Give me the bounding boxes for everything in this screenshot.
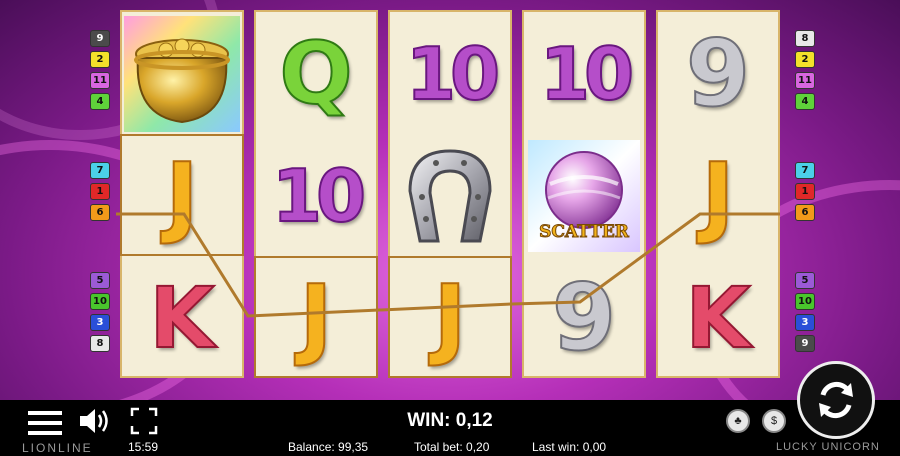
spin-button[interactable]	[797, 361, 875, 439]
payline-badge-left-5[interactable]: 5	[90, 272, 110, 289]
reel-1: J K	[120, 10, 244, 378]
game-title: LUCKY UNICORN	[776, 441, 880, 453]
bottom-bar: WIN: 0,12 ♣ $ LIONLINE 15:59 Balance: 99…	[0, 400, 900, 456]
pot-of-gold-icon	[124, 16, 240, 132]
symbol-label: J	[433, 266, 468, 369]
game-stage: 9 2 11 4 7 1 6 5 10 3 8 8 2 11 4 7 1 6 5 10 3 9	[0, 0, 900, 456]
symbol-k: K	[122, 258, 242, 378]
payline-badge-right-6[interactable]: 6	[795, 204, 815, 221]
symbol-label: J	[165, 144, 200, 247]
symbol-label: 9	[551, 264, 617, 371]
symbol-scatter: SCATTER	[524, 136, 644, 256]
payline-badge-left-4[interactable]: 4	[90, 93, 110, 110]
reel-grid: J K Q 10 J 10 J 10 SCATTER 9 9 J K	[116, 10, 780, 378]
symbol-j: J	[122, 136, 242, 256]
provider-logo: LIONLINE	[22, 441, 93, 455]
symbol-label: Q	[278, 24, 353, 124]
payline-badge-left-9[interactable]: 9	[90, 30, 110, 47]
symbol-label: J	[701, 144, 736, 247]
symbol-label: K	[684, 269, 751, 367]
symbol-q: Q	[256, 14, 376, 134]
reel-4: 10 SCATTER 9	[522, 10, 646, 378]
balance: Balance: 99,35	[288, 440, 369, 454]
symbol-j: J	[658, 136, 778, 256]
payline-badge-left-7[interactable]: 7	[90, 162, 110, 179]
symbol-label: 9	[685, 20, 751, 127]
payline-badge-right-4[interactable]: 4	[795, 93, 815, 110]
payline-badge-right-2[interactable]: 2	[795, 51, 815, 68]
scatter-label: SCATTER	[539, 222, 630, 243]
payline-badge-left-3[interactable]: 3	[90, 314, 110, 331]
sound-icon[interactable]	[78, 406, 112, 436]
payline-badge-left-6[interactable]: 6	[90, 204, 110, 221]
symbol-label: 10	[539, 32, 635, 116]
symbol-10: 10	[256, 136, 376, 256]
win-label: WIN: 0,12	[407, 410, 493, 431]
refresh-icon	[819, 381, 853, 419]
payline-badge-left-11[interactable]: 11	[90, 72, 110, 89]
reel-3: 10 J	[388, 10, 512, 378]
clock: 15:59	[128, 440, 159, 454]
payline-badge-right-8[interactable]: 8	[795, 30, 815, 47]
payline-badge-right-1[interactable]: 1	[795, 183, 815, 200]
payline-badge-left-10[interactable]: 10	[90, 293, 110, 310]
symbol-k: K	[658, 258, 778, 378]
symbol-j: J	[256, 258, 376, 378]
payline-badge-right-11[interactable]: 11	[795, 72, 815, 89]
symbol-label: J	[299, 266, 334, 369]
symbol-horseshoe	[390, 136, 510, 256]
payline-badge-right-5[interactable]: 5	[795, 272, 815, 289]
cards-icon: ♣	[734, 415, 742, 427]
total-bet: Total bet: 0,20	[414, 440, 490, 454]
symbol-9: 9	[658, 14, 778, 134]
payline-badge-left-2[interactable]: 2	[90, 51, 110, 68]
payline-badge-right-10[interactable]: 10	[795, 293, 815, 310]
symbol-9: 9	[524, 258, 644, 378]
symbol-j: J	[390, 258, 510, 378]
payline-badge-right-9[interactable]: 9	[795, 335, 815, 352]
reel-5: 9 J K	[656, 10, 780, 378]
autoplay-button[interactable]: ♣	[726, 409, 750, 433]
symbol-10: 10	[524, 14, 644, 134]
symbol-label: 10	[405, 32, 501, 116]
symbol-label: K	[148, 269, 215, 367]
symbol-pot-of-gold	[122, 14, 242, 134]
horseshoe-icon	[408, 149, 492, 243]
payline-badge-right-3[interactable]: 3	[795, 314, 815, 331]
menu-icon[interactable]	[28, 409, 62, 435]
fullscreen-icon[interactable]	[130, 407, 158, 435]
payline-badge-left-8[interactable]: 8	[90, 335, 110, 352]
last-win: Last win: 0,00	[532, 440, 607, 454]
symbol-10: 10	[390, 14, 510, 134]
coin-bag-icon: $	[770, 415, 778, 427]
reel-2: Q 10 J	[254, 10, 378, 378]
payline-badge-right-7[interactable]: 7	[795, 162, 815, 179]
bet-settings-button[interactable]: $	[762, 409, 786, 433]
symbol-label: 10	[271, 154, 367, 238]
payline-badge-left-1[interactable]: 1	[90, 183, 110, 200]
